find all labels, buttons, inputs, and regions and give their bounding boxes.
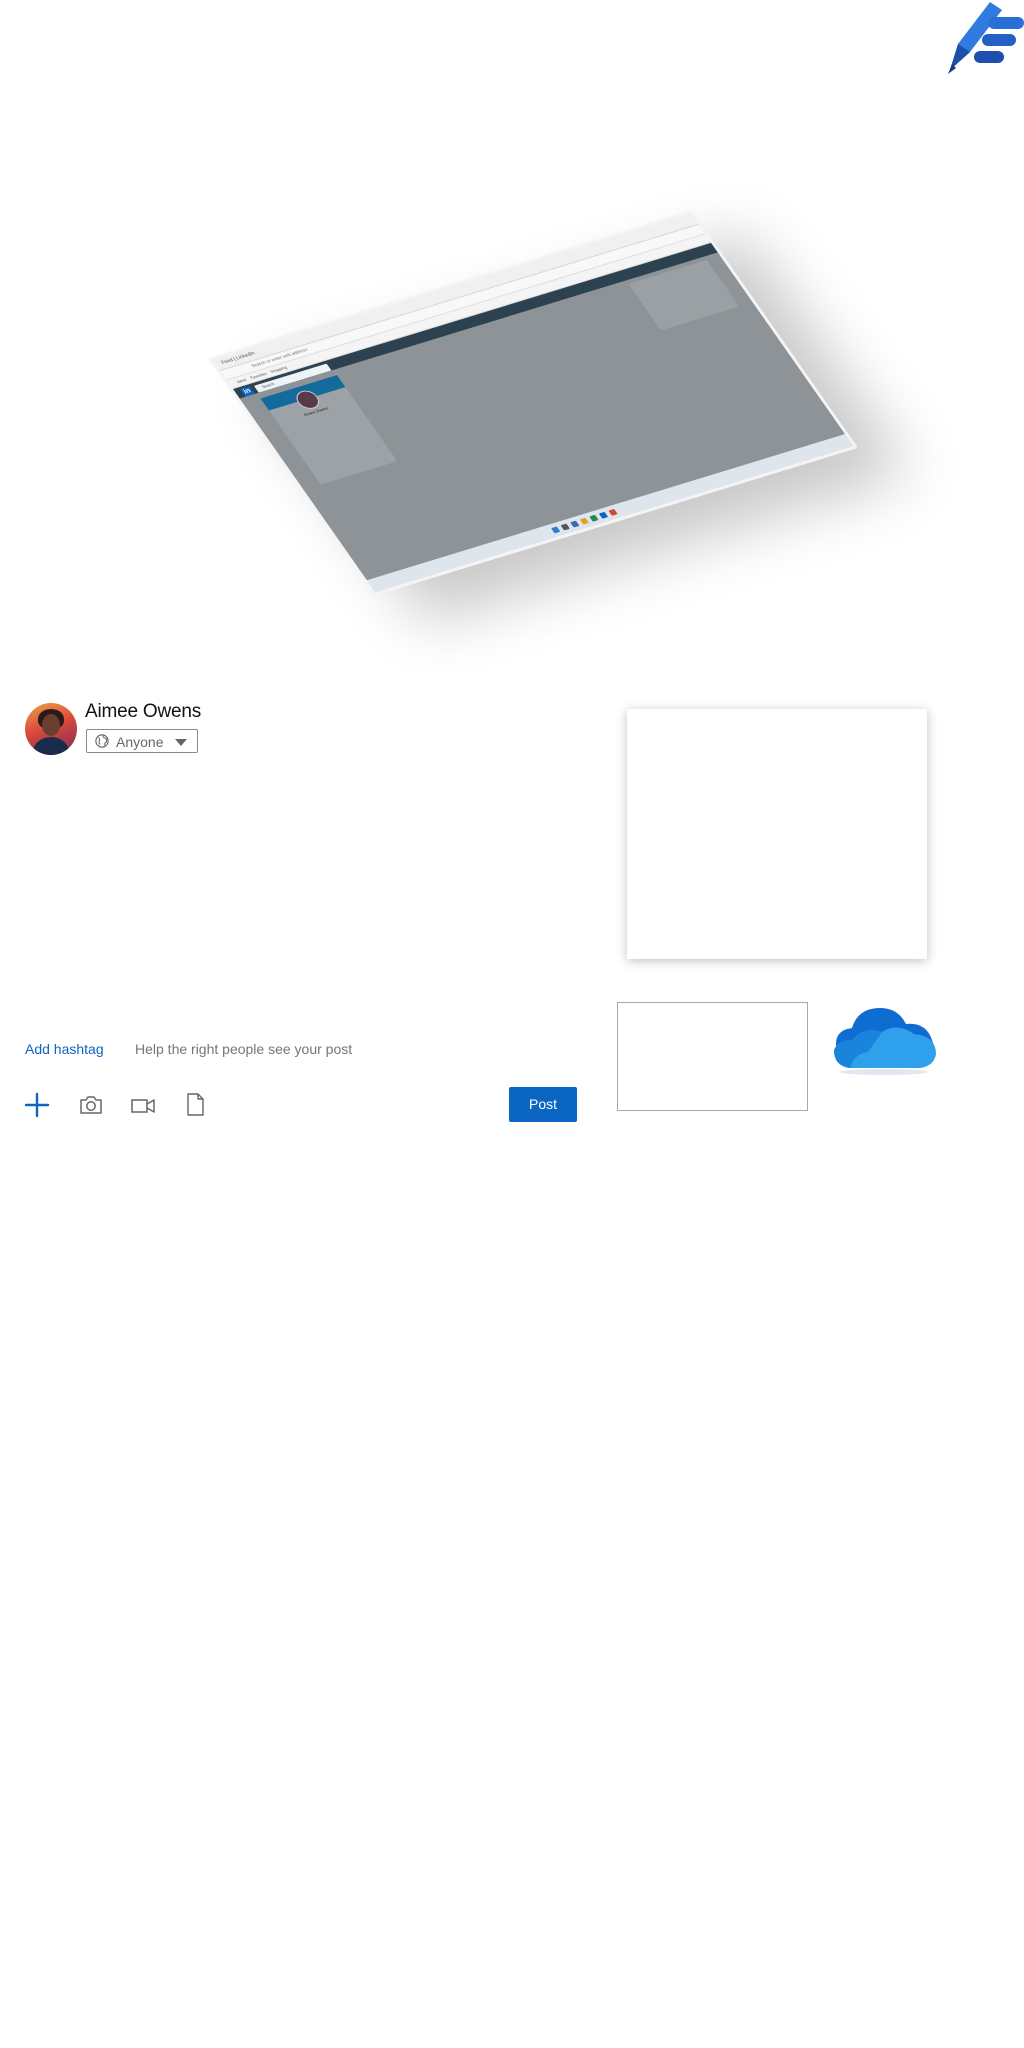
avatar xyxy=(25,703,77,755)
video-icon[interactable] xyxy=(130,1092,156,1118)
thumbnail-box xyxy=(617,1002,808,1111)
pen-logo-icon xyxy=(948,2,1024,74)
camera-icon[interactable] xyxy=(78,1092,104,1118)
preview-card xyxy=(627,709,927,959)
author-name: Aimee Owens xyxy=(85,701,202,722)
post-button[interactable]: Post xyxy=(509,1087,577,1122)
add-hashtag-link[interactable]: Add hashtag xyxy=(25,1041,104,1057)
visibility-label: Anyone xyxy=(116,734,164,750)
chevron-down-icon xyxy=(175,739,187,746)
visibility-dropdown[interactable]: Anyone xyxy=(86,729,198,753)
laptop-preview-image: Feed | LinkedIn Search or enter web addr… xyxy=(170,170,890,600)
document-icon[interactable] xyxy=(182,1092,208,1118)
preview-fav-work: Work xyxy=(235,377,248,385)
plus-icon[interactable] xyxy=(24,1092,50,1118)
preview-profile-card: Aimee Owens xyxy=(260,375,398,485)
browser-window-preview: Feed | LinkedIn Search or enter web addr… xyxy=(207,210,859,596)
hashtag-help-text: Help the right people see your post xyxy=(135,1041,353,1057)
onedrive-logo-icon xyxy=(834,1008,936,1075)
globe-icon xyxy=(95,734,109,748)
